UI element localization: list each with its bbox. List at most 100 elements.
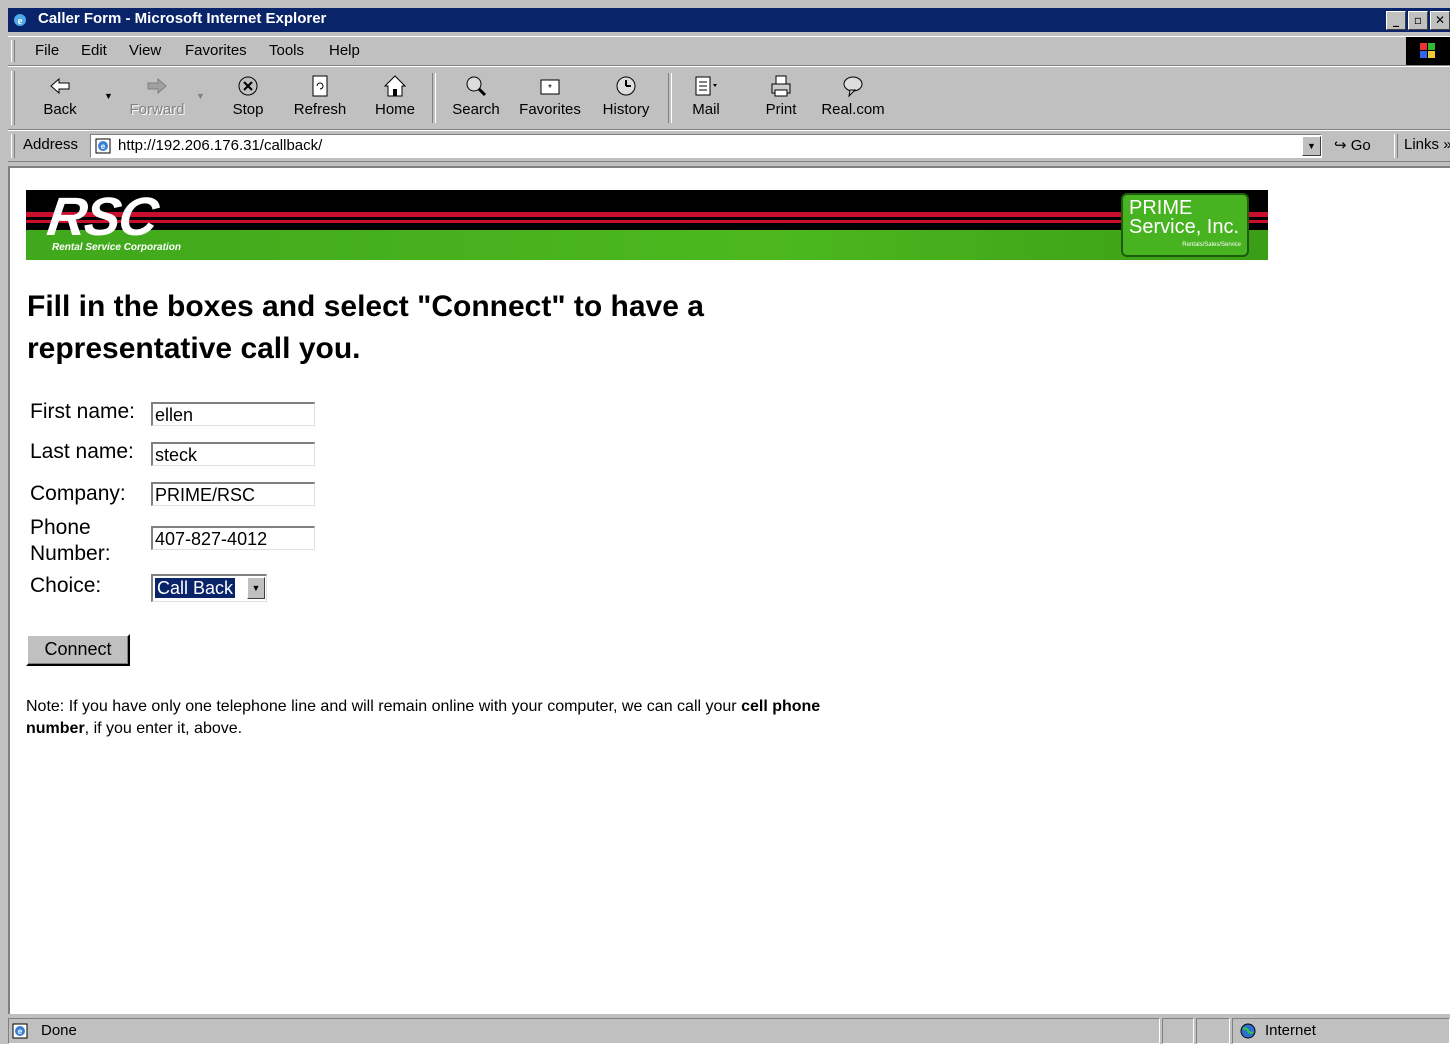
- menu-bar: File Edit View Favorites Tools Help: [8, 36, 1450, 66]
- svg-text:e: e: [18, 15, 23, 27]
- menu-view[interactable]: View: [129, 42, 161, 59]
- security-zone-panel: Internet: [1232, 1018, 1450, 1044]
- favorites-button[interactable]: * Favorites: [516, 73, 584, 127]
- menu-edit[interactable]: Edit: [81, 42, 107, 59]
- phone-number-field[interactable]: 407-827-4012: [151, 526, 315, 550]
- phone-label-line1: Phone: [30, 516, 91, 539]
- restore-icon[interactable]: ▫: [1408, 11, 1428, 30]
- choice-label: Choice:: [30, 574, 102, 597]
- forward-label: Forward: [129, 101, 185, 118]
- choice-select[interactable]: Call Back ▼: [151, 574, 267, 602]
- standard-toolbar: Back ▼ Forward ▼ Stop Refresh Home Searc…: [8, 66, 1450, 130]
- favorites-label: Favorites: [519, 101, 581, 118]
- note-text-suffix: , if you enter it, above.: [84, 720, 243, 737]
- toolbar-separator: [432, 73, 436, 123]
- search-label: Search: [452, 101, 500, 118]
- zone-label: Internet: [1265, 1022, 1316, 1039]
- home-icon: [383, 75, 407, 97]
- forward-dropdown-icon[interactable]: ▼: [196, 91, 205, 101]
- title-bar: e Caller Form - Microsoft Internet Explo…: [0, 0, 1450, 35]
- phone-label-line2: Number:: [30, 542, 111, 565]
- banner-green-band: [26, 230, 1268, 260]
- printer-icon: [771, 75, 791, 97]
- stop-button[interactable]: Stop: [226, 73, 270, 127]
- address-bar: Address e http://192.206.176.31/callback…: [8, 130, 1450, 162]
- go-label: Go: [1350, 137, 1371, 154]
- search-icon: [466, 76, 487, 97]
- rsc-banner: RSC Rental Service Corporation PRIME Ser…: [26, 190, 1268, 260]
- toolbar-grip[interactable]: [11, 71, 15, 125]
- page-heading: Fill in the boxes and select "Connect" t…: [27, 290, 704, 365]
- home-button[interactable]: Home: [370, 73, 420, 127]
- menu-file[interactable]: File: [35, 42, 59, 59]
- mail-button[interactable]: Mail: [684, 73, 728, 127]
- choice-selected-value: Call Back: [153, 577, 237, 599]
- forward-arrow-icon: [147, 77, 167, 95]
- links-label: Links: [1404, 136, 1440, 153]
- print-label: Print: [765, 101, 797, 118]
- history-clock-icon: [616, 76, 636, 96]
- globe-icon: [1240, 1023, 1256, 1039]
- ie-logo-icon[interactable]: e: [12, 12, 28, 28]
- close-icon[interactable]: ✕: [1430, 11, 1450, 30]
- menu-help[interactable]: Help: [329, 42, 360, 59]
- page-done-icon: e: [12, 1023, 28, 1039]
- links-button[interactable]: Links »: [1404, 136, 1450, 153]
- first-name-label: First name:: [30, 400, 136, 423]
- go-button[interactable]: ↪ Go: [1334, 136, 1371, 154]
- home-label: Home: [374, 101, 415, 118]
- banner-red-stripe: [26, 212, 1268, 217]
- realcom-button[interactable]: Real.com: [820, 73, 886, 127]
- address-grip[interactable]: [11, 134, 15, 158]
- svg-text:e: e: [18, 1027, 23, 1036]
- back-arrow-icon: [50, 77, 70, 95]
- note-text-prefix: Note: If you have only one telephone lin…: [26, 698, 742, 715]
- back-label: Back: [43, 101, 77, 118]
- cell-phone-note: Note: If you have only one telephone lin…: [26, 696, 826, 740]
- address-dropdown-icon[interactable]: ▼: [1302, 136, 1321, 156]
- company-label: Company:: [30, 482, 126, 505]
- status-bar: e Done Internet: [0, 1016, 1450, 1044]
- refresh-label: Refresh: [293, 101, 347, 118]
- back-dropdown-icon[interactable]: ▼: [104, 91, 113, 101]
- rsc-logo: RSC: [43, 190, 161, 247]
- address-input[interactable]: e http://192.206.176.31/callback/ ▼: [90, 134, 1322, 158]
- forward-button[interactable]: Forward: [126, 73, 188, 127]
- history-label: History: [602, 101, 650, 118]
- window-controls: _ ▫ ✕: [1386, 11, 1450, 30]
- refresh-button[interactable]: Refresh: [290, 73, 350, 127]
- mail-icon: [695, 76, 717, 96]
- windows-logo-icon: [1406, 37, 1450, 65]
- history-button[interactable]: History: [598, 73, 654, 127]
- stop-icon: [238, 76, 258, 96]
- menu-tools[interactable]: Tools: [269, 42, 304, 59]
- refresh-icon: [312, 75, 328, 97]
- connect-button[interactable]: Connect: [26, 634, 130, 666]
- search-button[interactable]: Search: [448, 73, 504, 127]
- last-name-label: Last name:: [30, 440, 134, 463]
- menu-grip[interactable]: [11, 40, 15, 62]
- chevron-down-icon[interactable]: ▼: [247, 577, 265, 599]
- status-text-panel: e Done: [8, 1018, 1160, 1044]
- back-button[interactable]: Back: [38, 73, 82, 127]
- status-text: Done: [41, 1022, 77, 1039]
- mail-label: Mail: [692, 101, 720, 118]
- prime-service-logo: PRIME Service, Inc. Rentals/Sales/Servic…: [1121, 193, 1249, 257]
- address-url[interactable]: http://192.206.176.31/callback/: [118, 137, 322, 154]
- page-content: RSC Rental Service Corporation PRIME Ser…: [8, 166, 1450, 1014]
- svg-text:e: e: [101, 142, 106, 151]
- real-speech-bubble-icon: [843, 76, 863, 98]
- last-name-field[interactable]: steck: [151, 442, 315, 466]
- first-name-field[interactable]: ellen: [151, 402, 315, 426]
- favorites-folder-icon: *: [540, 79, 560, 95]
- svg-text:*: *: [548, 83, 552, 94]
- prime-logo-line2: Service, Inc.: [1129, 216, 1240, 238]
- print-button[interactable]: Print: [760, 73, 802, 127]
- menu-favorites[interactable]: Favorites: [185, 42, 247, 59]
- address-label: Address: [23, 136, 79, 153]
- minimize-icon[interactable]: _: [1386, 11, 1406, 30]
- stop-label: Stop: [232, 101, 264, 118]
- toolbar-separator: [668, 73, 672, 123]
- status-security-panel: [1196, 1018, 1230, 1044]
- company-field[interactable]: PRIME/RSC: [151, 482, 315, 506]
